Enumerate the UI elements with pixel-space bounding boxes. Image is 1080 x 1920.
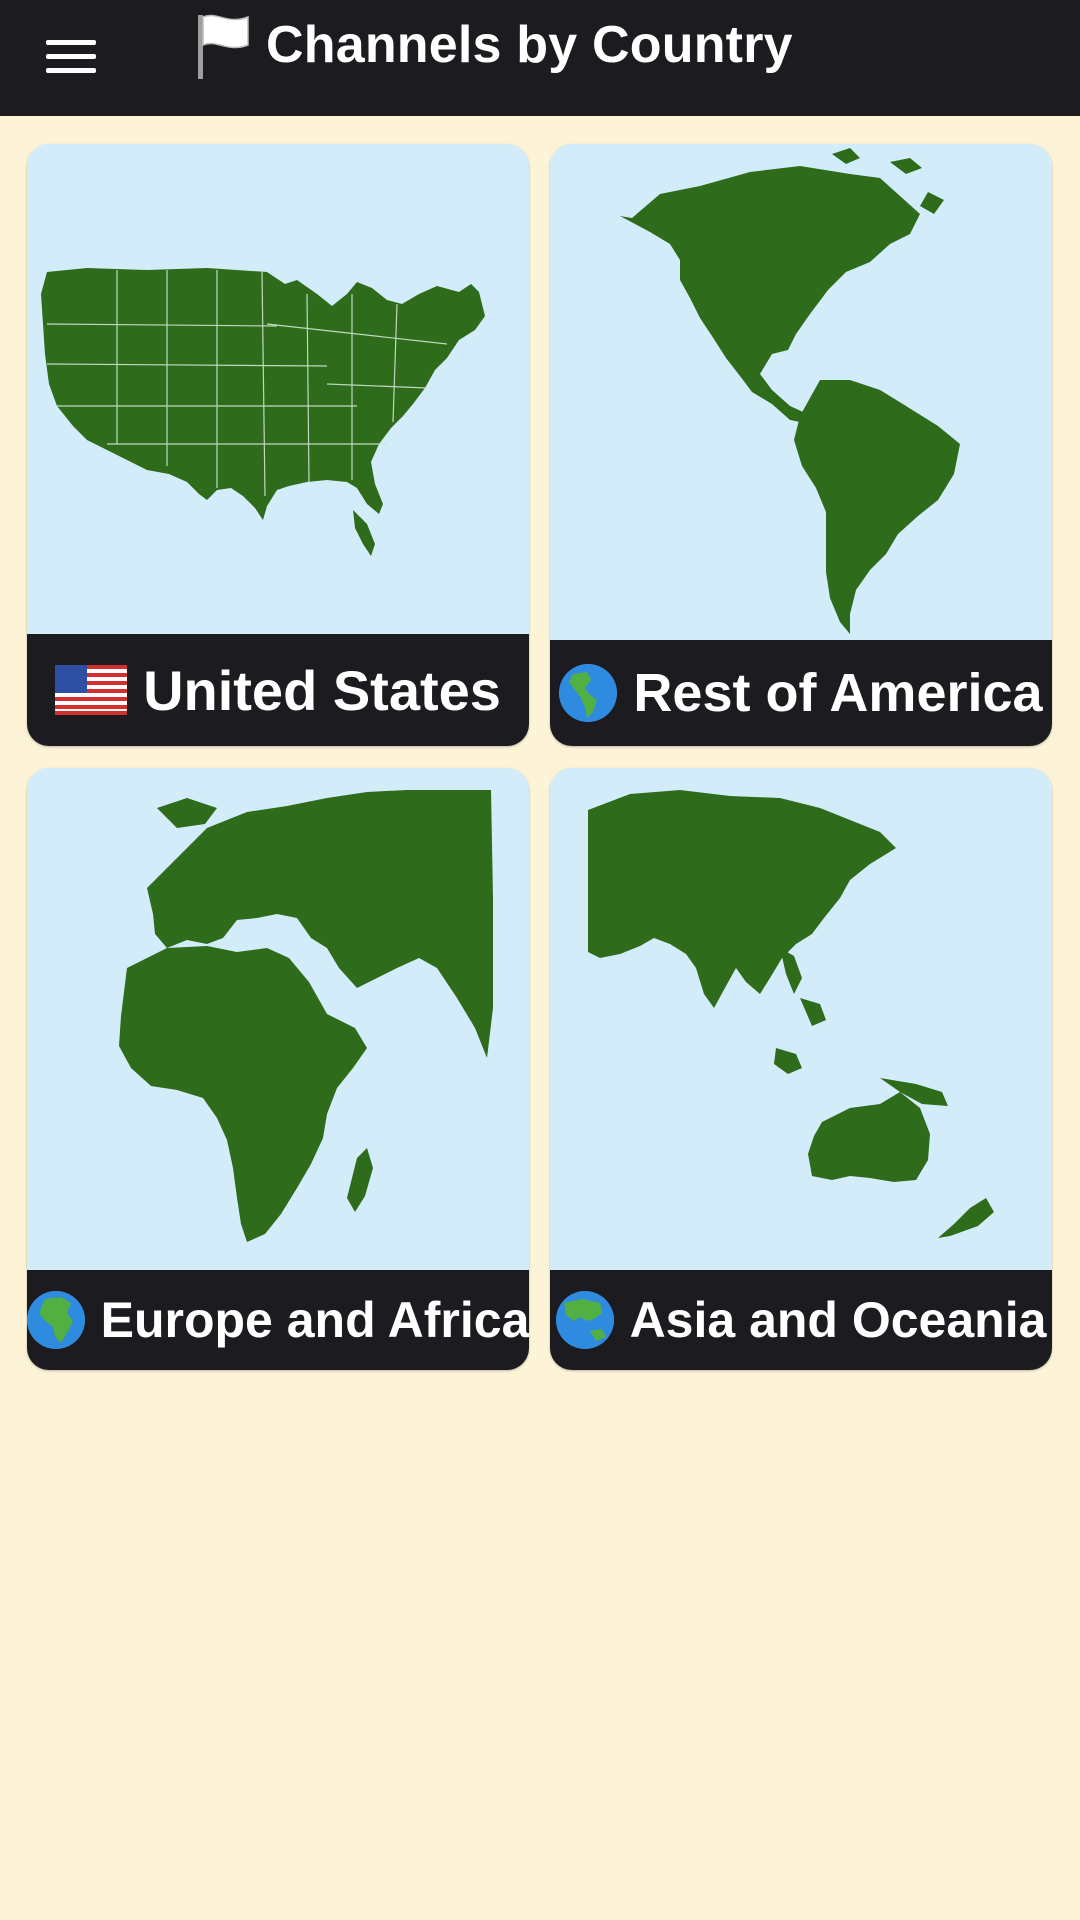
americas-map (550, 144, 1052, 642)
title-container: Channels by Country (192, 0, 793, 116)
white-flag-icon (198, 14, 249, 79)
card-united-states[interactable]: United States (27, 144, 529, 746)
globe-asia-oceania-icon (555, 1291, 614, 1349)
card-label-bar: Europe and Africa (27, 1270, 529, 1370)
card-asia-and-oceania[interactable]: Asia and Oceania (550, 768, 1052, 1370)
page-title: Channels by Country (266, 16, 793, 74)
europe-africa-map (27, 768, 529, 1270)
us-flag-icon (55, 665, 128, 715)
card-label-bar: United States (27, 634, 529, 746)
globe-americas-icon (559, 664, 618, 722)
card-label-text: Europe and Africa (100, 1292, 529, 1348)
asia-oceania-map (550, 768, 1052, 1270)
card-europe-and-africa[interactable]: Europe and Africa (27, 768, 529, 1370)
menu-button[interactable] (46, 28, 102, 84)
card-label-text: Rest of America (633, 663, 1043, 723)
card-label-text: Asia and Oceania (629, 1292, 1047, 1348)
card-label-bar: Rest of America (550, 640, 1052, 746)
card-label-text: United States (143, 658, 501, 722)
hamburger-menu-icon (46, 39, 96, 45)
app-bar: Channels by Country (0, 0, 1080, 116)
card-rest-of-america[interactable]: Rest of America (550, 144, 1052, 746)
globe-europe-africa-icon (27, 1291, 85, 1349)
card-label-bar: Asia and Oceania (550, 1270, 1052, 1370)
united-states-map (27, 144, 529, 636)
